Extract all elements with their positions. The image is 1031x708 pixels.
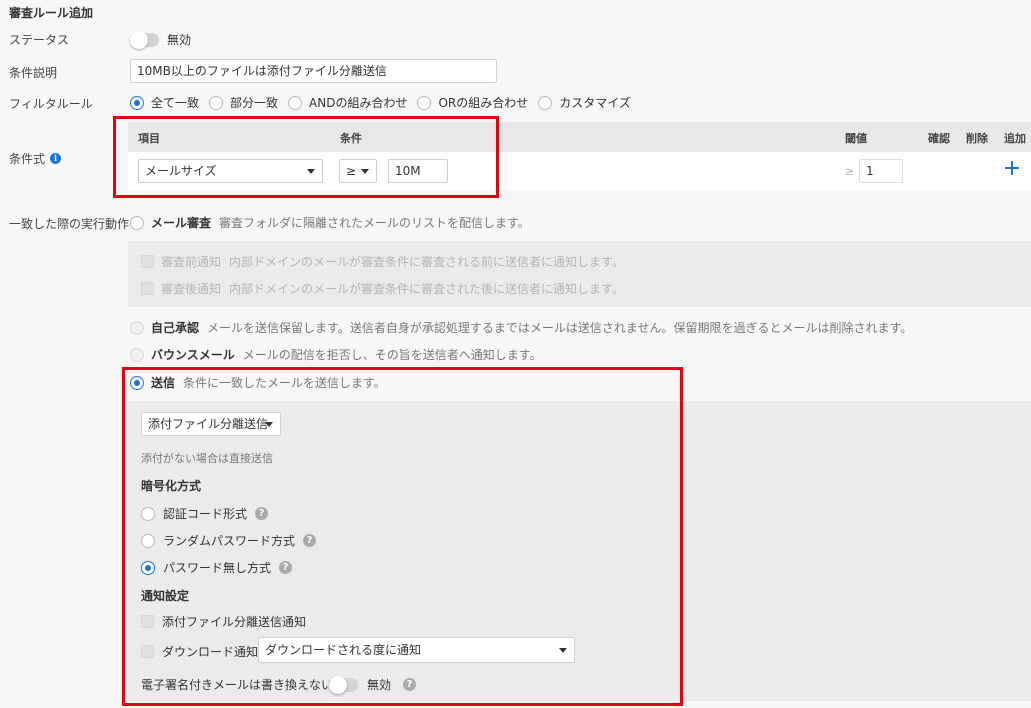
action-radio-review[interactable] [130, 215, 144, 230]
pre-notify-label: 審査前通知 [161, 255, 222, 269]
filter-radio-custom[interactable] [538, 95, 553, 110]
filter-radio-and[interactable] [288, 95, 303, 110]
post-notify-label: 審査後通知 [161, 282, 222, 296]
status-label: ステータス [9, 33, 70, 47]
bounce-row: バウンスメール メールの配信を拒否し、その旨を送信者へ通知します。 [130, 346, 542, 363]
bounce-desc: メールの配信を拒否し、その旨を送信者へ通知します。 [242, 348, 542, 362]
status-toggle[interactable] [130, 31, 159, 49]
description-input[interactable]: 10MB以上のファイルは添付ファイル分離送信 [130, 59, 497, 83]
col-add: 追加 [1004, 132, 1026, 145]
filter-radio-or[interactable] [417, 95, 432, 110]
post-notify-row: 審査後通知 内部ドメインのメールが審査条件に審査された後に送信者に通知します。 [141, 280, 624, 297]
description-label: 条件説明 [9, 66, 58, 80]
post-notify-desc: 内部ドメインのメールが審査条件に審査された後に送信者に通知します。 [229, 282, 624, 296]
filter-rule-options: 全て一致 部分一致 ANDの組み合わせ ORの組み合わせ カスタマイズ [130, 94, 631, 111]
filter-option-all: 全て一致 [151, 96, 200, 110]
threshold-input[interactable]: 1 [859, 159, 903, 183]
threshold-symbol: ≥ [845, 165, 855, 178]
status-toggle-text: 無効 [167, 33, 192, 47]
condition-label-wrap: 条件式 i [9, 150, 62, 167]
review-options-panel [128, 241, 1031, 307]
action-radio-bounce[interactable] [130, 347, 144, 362]
pre-notify-row: 審査前通知 内部ドメインのメールが審査条件に審査される前に送信者に通知します。 [141, 253, 624, 270]
action-label: 一致した際の実行動作 [9, 217, 130, 231]
highlight-box-send [122, 367, 683, 706]
toggle-knob [130, 31, 148, 49]
bounce-label: バウンスメール [151, 348, 235, 362]
action-radio-self-approval[interactable] [130, 320, 144, 335]
self-approval-label: 自己承認 [151, 321, 200, 335]
action-review-desc: 審査フォルダに隔離されたメールのリストを配信します。 [219, 216, 530, 230]
col-delete: 削除 [966, 132, 988, 145]
filter-radio-all[interactable] [130, 95, 144, 110]
filter-option-partial: 部分一致 [230, 96, 279, 110]
pre-notify-checkbox[interactable] [141, 255, 154, 268]
action-review-label: メール審査 [151, 216, 212, 230]
filter-radio-partial[interactable] [209, 95, 224, 110]
page-title: 審査ルール追加 [9, 6, 94, 20]
col-threshold: 閾値 [845, 132, 867, 145]
filter-option-and: ANDの組み合わせ [309, 96, 408, 110]
plus-icon[interactable] [1005, 161, 1019, 175]
condition-label: 条件式 [9, 152, 46, 166]
filter-option-or: ORの組み合わせ [438, 96, 529, 110]
highlight-box-condition [113, 116, 499, 198]
col-confirm: 確認 [928, 132, 950, 145]
info-icon[interactable]: i [50, 153, 62, 164]
self-approval-row: 自己承認 メールを送信保留します。送信者自身が承認処理するまではメールは送信され… [130, 319, 912, 336]
post-notify-checkbox[interactable] [141, 282, 154, 295]
filter-option-custom: カスタマイズ [559, 96, 631, 110]
action-review-row: メール審査 審査フォルダに隔離されたメールのリストを配信します。 [130, 214, 530, 231]
filter-rule-label: フィルタルール [9, 97, 93, 111]
pre-notify-desc: 内部ドメインのメールが審査条件に審査される前に送信者に通知します。 [229, 255, 624, 269]
self-approval-desc: メールを送信保留します。送信者自身が承認処理するまではメールは送信されません。保… [207, 321, 913, 335]
